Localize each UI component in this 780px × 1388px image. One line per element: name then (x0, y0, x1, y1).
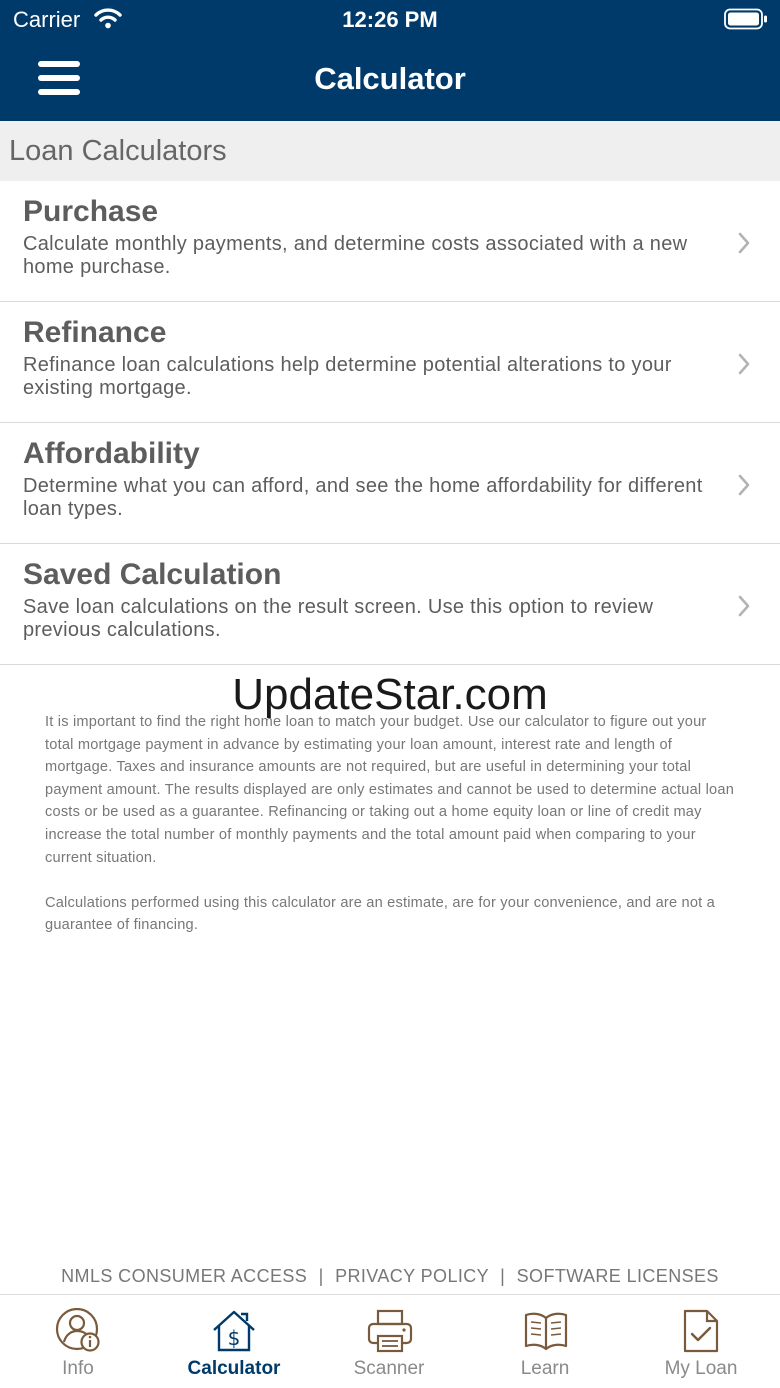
footer-links: NMLS CONSUMER ACCESS | PRIVACY POLICY | … (0, 1266, 780, 1287)
nmls-consumer-access-link[interactable]: NMLS CONSUMER ACCESS (61, 1266, 307, 1286)
battery-icon (724, 8, 768, 35)
chevron-right-icon (738, 353, 750, 375)
item-description: Refinance loan calculations help determi… (23, 354, 672, 399)
item-title: Purchase (23, 195, 159, 228)
tab-my-loan[interactable]: My Loan (623, 1295, 779, 1388)
section-header: Loan Calculators (0, 121, 780, 181)
link-separator: | (500, 1266, 506, 1286)
chevron-right-icon (738, 595, 750, 617)
list-item-affordability[interactable]: Affordability Determine what you can aff… (0, 423, 780, 544)
tab-label: Learn (520, 1358, 570, 1379)
watermark: UpdateStar.com (232, 670, 548, 719)
list-item-refinance[interactable]: Refinance Refinance loan calculations he… (0, 302, 780, 423)
clock: 12:26 PM (342, 7, 438, 32)
page-title: Calculator (314, 61, 466, 96)
tab-bar: Info $ Calculator Scanner Learn My Loan (0, 1294, 780, 1388)
disclaimer: It is important to find the right home l… (45, 711, 735, 960)
item-title: Saved Calculation (23, 558, 282, 591)
item-description: Calculate monthly payments, and determin… (23, 233, 688, 278)
disclaimer-paragraph: Calculations performed using this calcul… (45, 894, 715, 934)
software-licenses-link[interactable]: SOFTWARE LICENSES (517, 1266, 719, 1286)
tab-calculator[interactable]: $ Calculator (156, 1295, 312, 1388)
item-title: Refinance (23, 316, 167, 349)
tab-label: Scanner (353, 1358, 425, 1379)
list-item-purchase[interactable]: Purchase Calculate monthly payments, and… (0, 181, 780, 302)
tab-label: My Loan (664, 1358, 738, 1379)
tab-info[interactable]: Info (0, 1295, 156, 1388)
chevron-right-icon (738, 474, 750, 496)
house-dollar-icon: $ (213, 1310, 255, 1352)
tab-label: Calculator (187, 1358, 281, 1379)
calculator-list: Purchase Calculate monthly payments, and… (0, 181, 780, 665)
printer-icon (367, 1309, 413, 1353)
item-description: Save loan calculations on the result scr… (23, 596, 654, 641)
tab-label: Info (62, 1358, 94, 1379)
tab-learn[interactable]: Learn (467, 1295, 623, 1388)
list-item-saved-calculation[interactable]: Saved Calculation Save loan calculations… (0, 544, 780, 665)
item-title: Affordability (23, 437, 200, 470)
top-bar: Carrier 12:26 PM Calculator (0, 0, 780, 121)
chevron-right-icon (738, 232, 750, 254)
section-title: Loan Calculators (9, 135, 227, 167)
svg-text:$: $ (228, 1326, 241, 1350)
person-info-icon (55, 1308, 100, 1352)
disclaimer-paragraph: It is important to find the right home l… (45, 714, 735, 866)
document-check-icon (683, 1309, 719, 1353)
status-bar: Carrier 12:26 PM (0, 0, 780, 40)
item-description: Determine what you can afford, and see t… (23, 475, 703, 520)
link-separator: | (318, 1266, 324, 1286)
open-book-icon (524, 1312, 568, 1351)
tab-scanner[interactable]: Scanner (311, 1295, 467, 1388)
privacy-policy-link[interactable]: PRIVACY POLICY (335, 1266, 489, 1286)
